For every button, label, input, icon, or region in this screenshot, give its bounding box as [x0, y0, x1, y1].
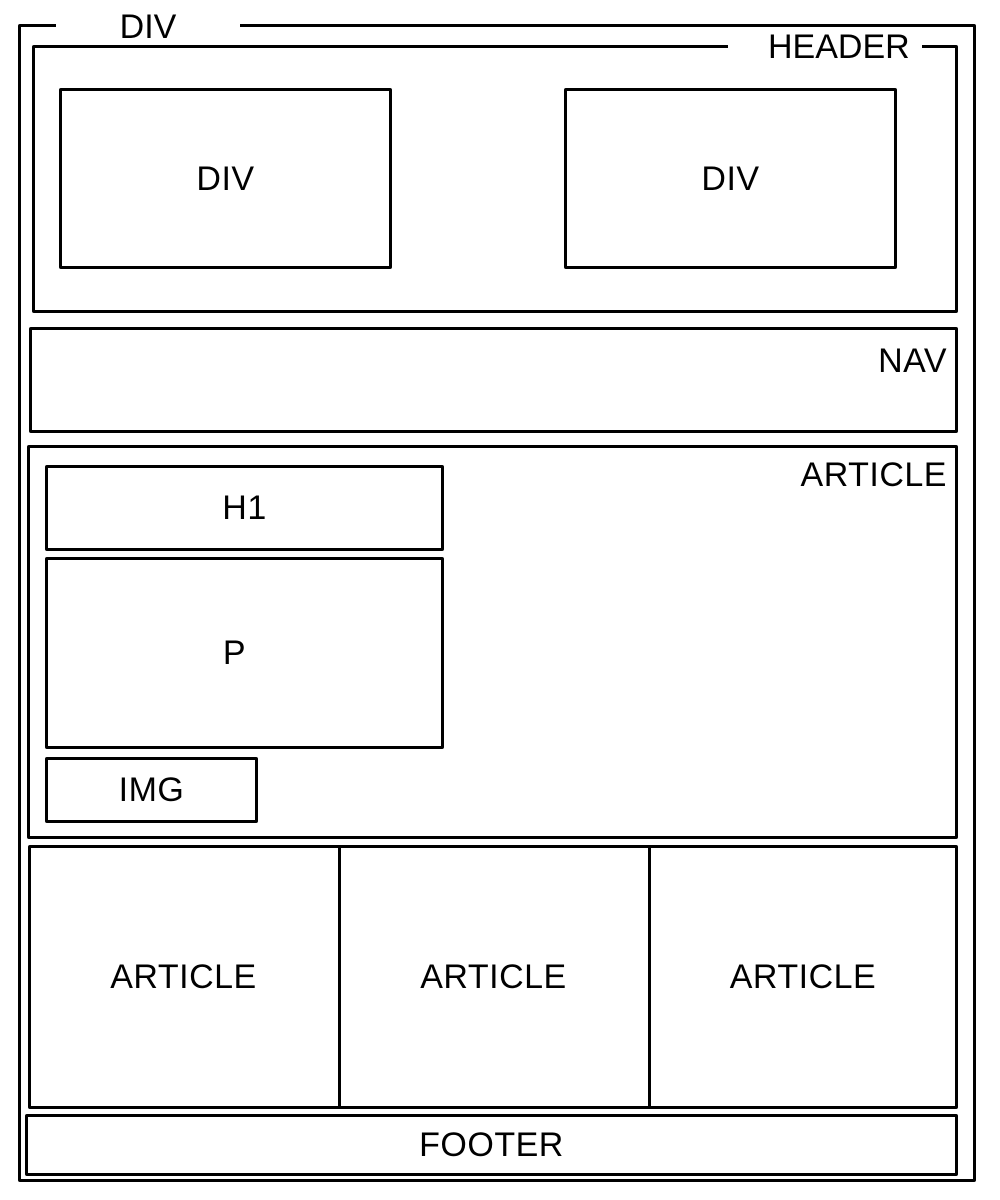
header-left-div-label: DIV	[196, 159, 255, 198]
article-2-label: ARTICLE	[420, 958, 567, 996]
p-box: P	[45, 557, 444, 749]
wrapper-div-label: DIV	[56, 10, 240, 44]
nav-label: NAV	[878, 342, 947, 380]
img-label: IMG	[118, 771, 185, 809]
img-box: IMG	[45, 757, 258, 823]
article-cell-1: ARTICLE	[31, 848, 336, 1106]
nav-region: NAV	[29, 327, 958, 433]
article-1-label: ARTICLE	[110, 958, 257, 996]
h1-label: H1	[222, 489, 267, 527]
main-article-label: ARTICLE	[800, 456, 947, 494]
h1-box: H1	[45, 465, 444, 551]
article-cell-2: ARTICLE	[341, 848, 646, 1106]
header-label: HEADER	[728, 30, 922, 64]
header-right-div-label: DIV	[701, 159, 760, 198]
footer-label: FOOTER	[419, 1126, 564, 1164]
p-label: P	[222, 634, 247, 672]
header-right-div: DIV	[564, 88, 897, 269]
header-left-div: DIV	[59, 88, 392, 269]
footer-region: FOOTER	[25, 1114, 958, 1176]
article-cell-3: ARTICLE	[651, 848, 955, 1106]
article-3-label: ARTICLE	[729, 958, 877, 996]
